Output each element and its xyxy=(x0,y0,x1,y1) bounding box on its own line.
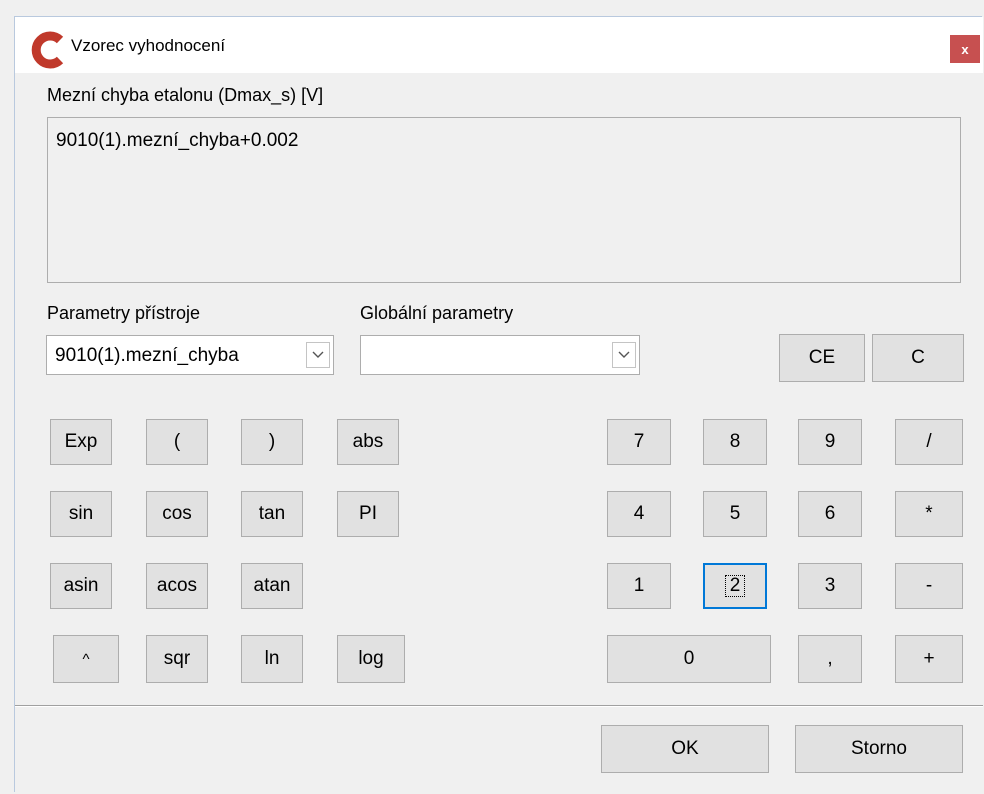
digit-5-button[interactable]: 5 xyxy=(703,491,767,537)
digit-3-button[interactable]: 3 xyxy=(798,563,862,609)
close-icon: x xyxy=(961,41,969,57)
power-button[interactable]: ^ xyxy=(53,635,119,683)
asin-button[interactable]: asin xyxy=(50,563,112,609)
right-paren-button[interactable]: ) xyxy=(241,419,303,465)
abs-button[interactable]: abs xyxy=(337,419,399,465)
formula-label: Mezní chyba etalonu (Dmax_s) [V] xyxy=(47,85,324,105)
footer-divider xyxy=(15,705,983,707)
divide-button[interactable]: / xyxy=(895,419,963,465)
minus-button[interactable]: - xyxy=(895,563,963,609)
digit-1-button[interactable]: 1 xyxy=(607,563,671,609)
sin-button[interactable]: sin xyxy=(50,491,112,537)
cancel-button[interactable]: Storno xyxy=(795,725,963,773)
acos-button[interactable]: acos xyxy=(146,563,208,609)
digit-0-button[interactable]: 0 xyxy=(607,635,771,683)
digit-4-button[interactable]: 4 xyxy=(607,491,671,537)
close-button[interactable]: x xyxy=(950,35,980,63)
left-paren-button[interactable]: ( xyxy=(146,419,208,465)
digit-8-button[interactable]: 8 xyxy=(703,419,767,465)
comma-button[interactable]: , xyxy=(798,635,862,683)
pi-button[interactable]: PI xyxy=(337,491,399,537)
formula-dialog: Vzorec vyhodnocení x Mezní chyba etalonu… xyxy=(14,16,983,793)
atan-button[interactable]: atan xyxy=(241,563,303,609)
global-params-label: Globální parametry xyxy=(360,303,514,323)
device-params-value: 9010(1).mezní_chyba xyxy=(55,345,239,366)
device-params-select[interactable]: 9010(1).mezní_chyba xyxy=(46,335,334,375)
window-title: Vzorec vyhodnocení xyxy=(71,36,226,55)
dialog-body: Mezní chyba etalonu (Dmax_s) [V] 9010(1)… xyxy=(15,73,983,793)
clear-button[interactable]: C xyxy=(872,334,964,382)
log-button[interactable]: log xyxy=(337,635,405,683)
ln-button[interactable]: ln xyxy=(241,635,303,683)
exp-button[interactable]: Exp xyxy=(50,419,112,465)
global-params-select[interactable] xyxy=(360,335,640,375)
chevron-down-icon[interactable] xyxy=(306,342,330,368)
sqr-button[interactable]: sqr xyxy=(146,635,208,683)
digit-7-button[interactable]: 7 xyxy=(607,419,671,465)
multiply-button[interactable]: * xyxy=(895,491,963,537)
digit-6-button[interactable]: 6 xyxy=(798,491,862,537)
app-logo-icon xyxy=(31,31,64,69)
tan-button[interactable]: tan xyxy=(241,491,303,537)
chevron-down-icon[interactable] xyxy=(612,342,636,368)
plus-button[interactable]: + xyxy=(895,635,963,683)
title-bar[interactable]: Vzorec vyhodnocení x xyxy=(15,17,983,73)
ok-button[interactable]: OK xyxy=(601,725,769,773)
device-params-label: Parametry přístroje xyxy=(47,303,201,323)
digit-2-label: 2 xyxy=(724,575,746,597)
digit-9-button[interactable]: 9 xyxy=(798,419,862,465)
clear-entry-button[interactable]: CE xyxy=(779,334,865,382)
formula-text: 9010(1).mezní_chyba+0.002 xyxy=(56,130,299,151)
formula-textarea[interactable]: 9010(1).mezní_chyba+0.002 xyxy=(47,117,961,283)
digit-2-button[interactable]: 2 xyxy=(703,563,767,609)
cos-button[interactable]: cos xyxy=(146,491,208,537)
